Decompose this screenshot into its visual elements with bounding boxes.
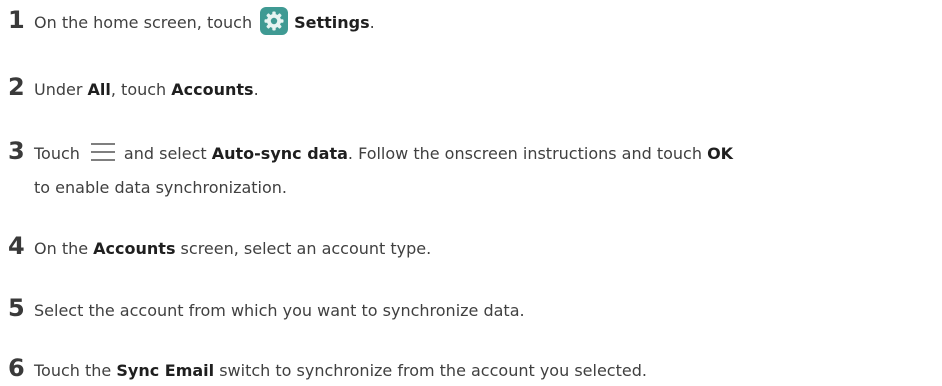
step-text-before: Touch the <box>34 361 117 380</box>
step-number: 5 <box>8 294 25 322</box>
instruction-step-3: 3 Touch and select Auto-sync data. Follow… <box>8 137 938 201</box>
step-text: Touch and select Auto-sync data. Follow t… <box>34 142 733 163</box>
step-text-mid2: . Follow the onscreen instructions and t… <box>347 144 708 163</box>
all-label: All <box>87 80 111 99</box>
step-text-before: Touch <box>34 144 80 163</box>
step-number: 4 <box>8 232 25 260</box>
sync-email-label: Sync Email <box>116 361 215 380</box>
settings-gear-icon <box>260 7 289 35</box>
step-text-mid: and select <box>123 144 212 163</box>
menu-lines-icon <box>90 142 116 162</box>
step-text: On the home screen, touch Settings. <box>34 7 375 35</box>
ok-label: OK <box>707 144 734 163</box>
instruction-step-1: 1 On the home screen, touch Settings. <box>8 6 938 35</box>
step-text-before: On the home screen, touch <box>34 13 253 32</box>
accounts-label: Accounts <box>171 80 254 99</box>
step-text-before: On the <box>34 239 94 258</box>
instruction-step-2: 2 Under All, touch Accounts. <box>8 73 938 101</box>
accounts-label: Accounts <box>93 239 176 258</box>
step-number: 3 <box>8 137 25 165</box>
step-text-after: . <box>253 80 259 99</box>
step-number: 2 <box>8 73 25 101</box>
step-text: Select the account from which you want t… <box>34 301 525 320</box>
auto-sync-label: Auto-sync data <box>211 144 348 163</box>
settings-label: Settings <box>294 13 370 32</box>
step-text-mid: , touch <box>110 80 172 99</box>
step-text-continuation: to enable data synchronization. <box>34 178 288 197</box>
step-text-before: Under <box>34 80 88 99</box>
step-text: Touch the Sync Email switch to synchroni… <box>34 361 647 380</box>
instruction-step-6: 6 Touch the Sync Email switch to synchro… <box>8 354 938 382</box>
step-text-after: screen, select an account type. <box>175 239 432 258</box>
step-text-after: switch to synchronize from the account y… <box>214 361 647 380</box>
step-text-after: . <box>369 13 375 32</box>
instruction-step-4: 4 On the Accounts screen, select an acco… <box>8 232 938 260</box>
step-text: On the Accounts screen, select an accoun… <box>34 239 431 258</box>
step-number: 6 <box>8 354 25 382</box>
step-text: Under All, touch Accounts. <box>34 80 259 99</box>
instruction-step-5: 5 Select the account from which you want… <box>8 294 938 322</box>
step-number: 1 <box>8 6 25 34</box>
